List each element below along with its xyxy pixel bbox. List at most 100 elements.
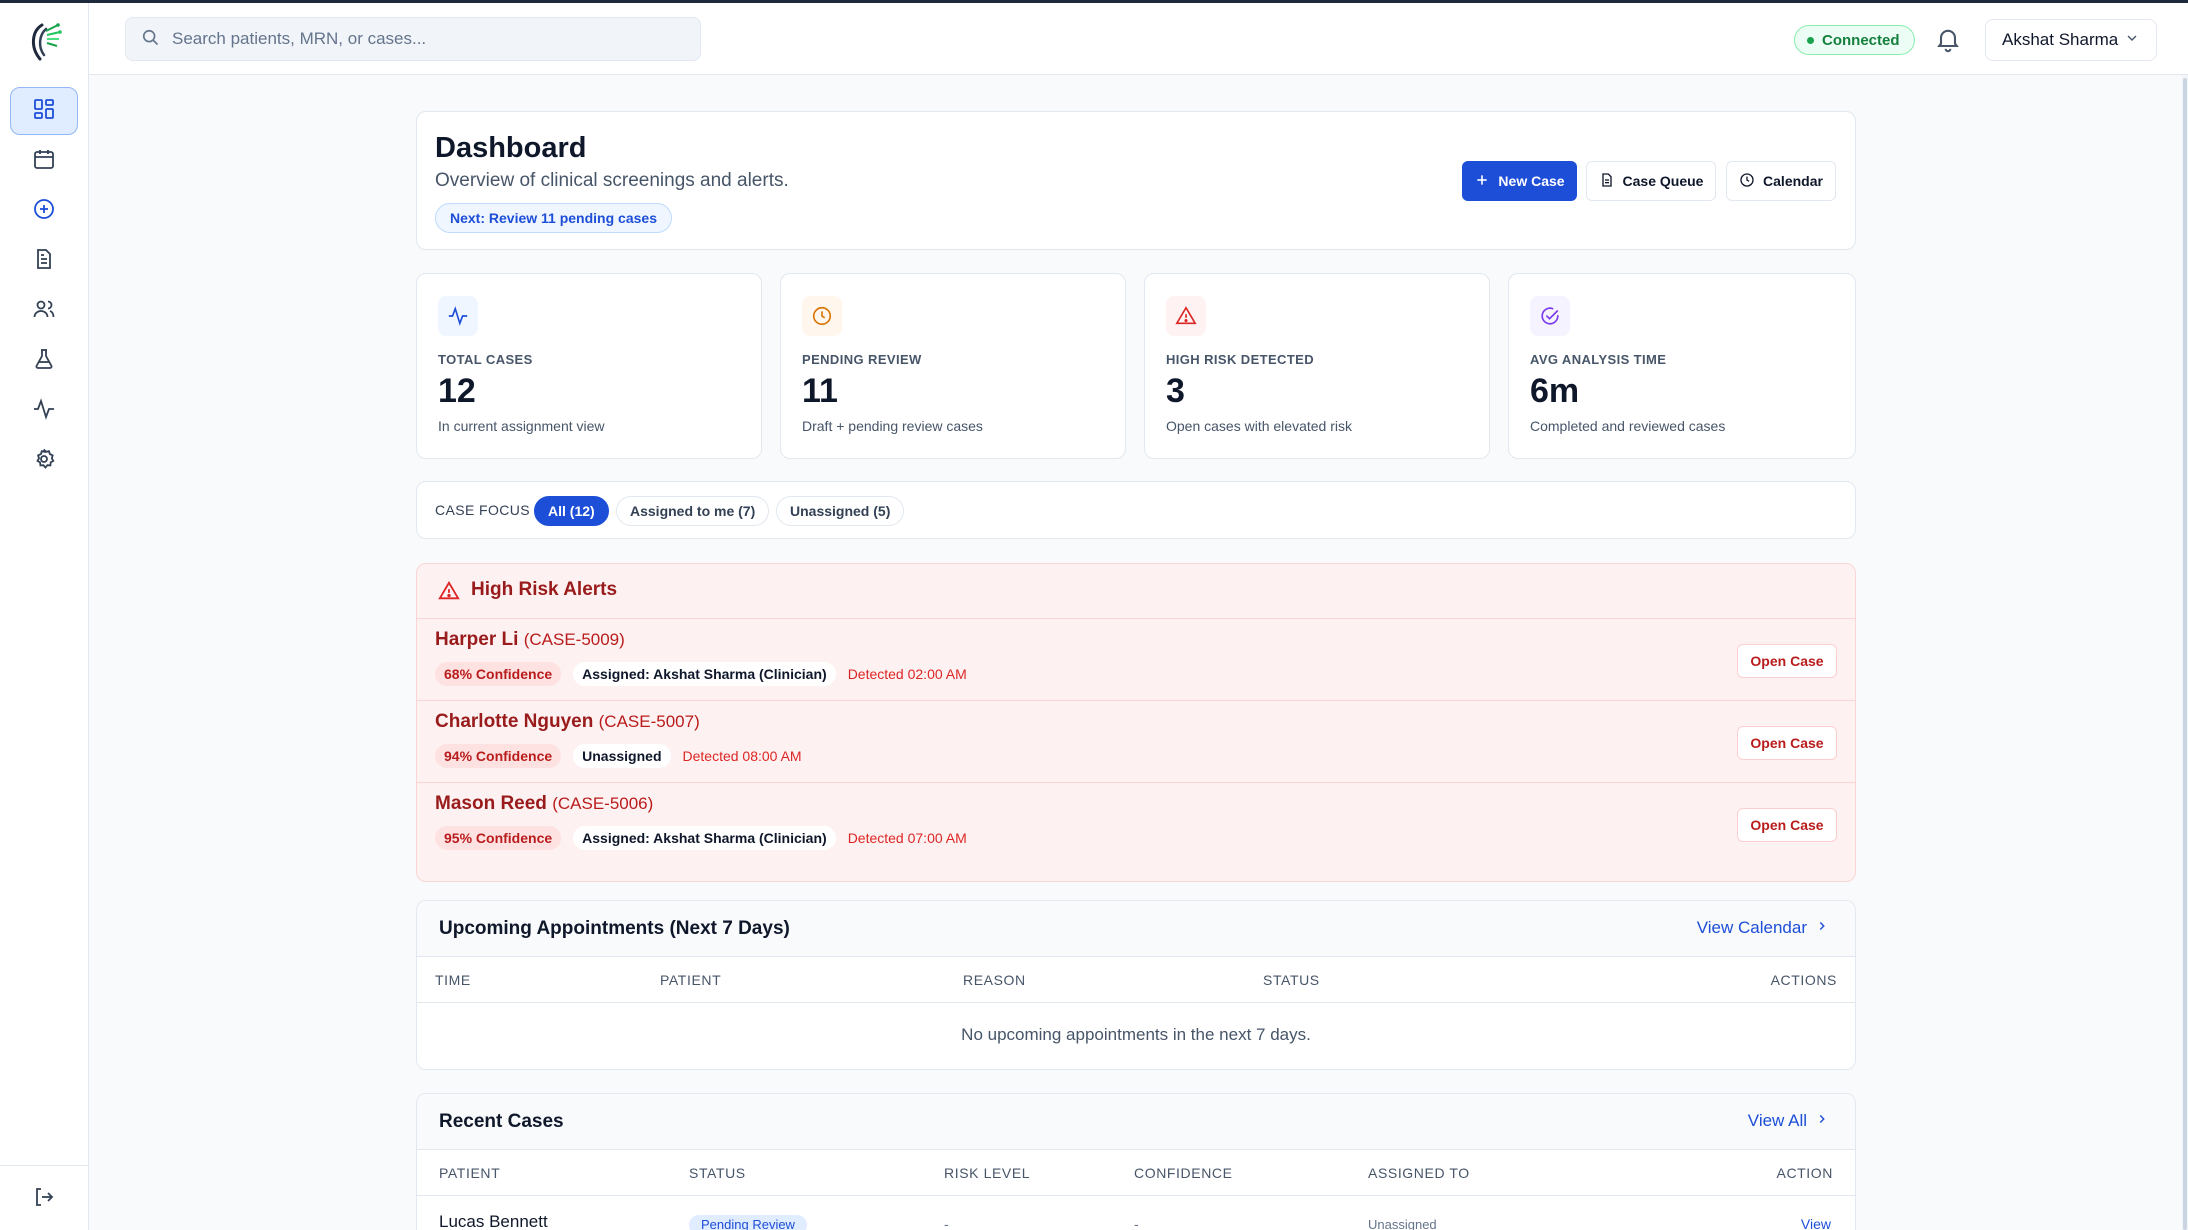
sidebar (0, 3, 89, 1230)
sidebar-item-lab[interactable] (10, 337, 78, 385)
stat-card-avg-analysis-time: AVG ANALYSIS TIME 6m Completed and revie… (1508, 273, 1856, 459)
filter-chip-all[interactable]: All (12) (534, 496, 609, 526)
connection-status-label: Connected (1822, 31, 1900, 49)
stat-description: In current assignment view (438, 418, 605, 434)
view-case-link[interactable]: View (1801, 1216, 1831, 1230)
stat-description: Completed and reviewed cases (1530, 418, 1726, 434)
patient-name[interactable]: Lucas Bennett (439, 1212, 548, 1230)
recent-cases-title: Recent Cases (439, 1111, 564, 1132)
chevron-down-icon (2124, 30, 2140, 51)
patient-name: Mason Reed (435, 793, 547, 814)
new-case-button[interactable]: New Case (1462, 161, 1577, 201)
sidebar-item-documents[interactable] (10, 237, 78, 285)
confidence-badge: 94% Confidence (435, 744, 562, 768)
stat-label: HIGH RISK DETECTED (1166, 352, 1315, 367)
filter-chip-unassigned[interactable]: Unassigned (5) (776, 496, 905, 526)
appointments-empty-message: No upcoming appointments in the next 7 d… (961, 1025, 1311, 1044)
dashboard-header-card: Dashboard Overview of clinical screening… (416, 111, 1856, 250)
logout-button[interactable] (10, 1175, 78, 1223)
appointments-table-header: TIME PATIENT REASON STATUS ACTIONS (417, 957, 1855, 1003)
sidebar-item-settings[interactable] (10, 437, 78, 485)
filter-chip-assigned-to-me[interactable]: Assigned to me (7) (616, 496, 770, 526)
calendar-button[interactable]: Calendar (1726, 161, 1836, 201)
alert-row: Harper Li (CASE-5009) 68% Confidence Ass… (417, 619, 1855, 701)
page-title: Dashboard (435, 132, 587, 164)
case-id: (CASE-5006) (552, 794, 654, 813)
alert-row: Mason Reed (CASE-5006) 95% Confidence As… (417, 783, 1855, 865)
column-header: ACTIONS (1770, 972, 1837, 988)
view-calendar-link[interactable]: View Calendar (1697, 918, 1829, 938)
users-icon (32, 297, 56, 326)
check-circle-icon (1530, 296, 1570, 336)
open-case-button[interactable]: Open Case (1737, 644, 1837, 678)
stat-card-pending-review: PENDING REVIEW 11 Draft + pending review… (780, 273, 1126, 459)
stat-value: 11 (802, 372, 838, 410)
alert-patient[interactable]: Harper Li (CASE-5009) (435, 629, 625, 651)
stat-card-total-cases: TOTAL CASES 12 In current assignment vie… (416, 273, 762, 459)
open-case-button[interactable]: Open Case (1737, 808, 1837, 842)
alert-patient[interactable]: Charlotte Nguyen (CASE-5007) (435, 711, 700, 733)
notifications-bell-icon[interactable] (1934, 25, 1962, 53)
page-scrollbar-thumb[interactable] (2183, 78, 2187, 1230)
column-header: PATIENT (439, 1165, 501, 1181)
sidebar-item-activity[interactable] (10, 387, 78, 435)
open-case-button[interactable]: Open Case (1737, 726, 1837, 760)
stat-label: TOTAL CASES (438, 352, 533, 367)
confidence-badge: 95% Confidence (435, 826, 562, 850)
search-bar[interactable] (125, 17, 701, 61)
alert-triangle-icon (438, 580, 460, 602)
column-header: CONFIDENCE (1134, 1165, 1233, 1181)
status-dot-icon (1807, 36, 1814, 44)
stat-description: Open cases with elevated risk (1166, 418, 1352, 434)
activity-icon (32, 397, 56, 426)
plus-icon (1474, 172, 1490, 191)
search-icon (140, 27, 160, 52)
chevron-right-icon (1815, 1111, 1829, 1131)
patient-name: Charlotte Nguyen (435, 711, 594, 732)
chevron-right-icon (1815, 918, 1829, 938)
assignment-badge: Assigned: Akshat Sharma (Clinician) (573, 662, 836, 686)
sidebar-item-patients[interactable] (10, 287, 78, 335)
column-header: STATUS (689, 1165, 746, 1181)
search-input[interactable] (172, 29, 672, 49)
case-queue-button[interactable]: Case Queue (1586, 161, 1716, 201)
sidebar-item-dashboard[interactable] (10, 87, 78, 135)
column-header: ASSIGNED TO (1368, 1165, 1470, 1181)
new-case-label: New Case (1498, 173, 1565, 189)
view-all-link[interactable]: View All (1748, 1111, 1829, 1131)
connection-status-badge: Connected (1794, 25, 1915, 55)
view-all-label: View All (1747, 1111, 1807, 1130)
sidebar-item-new-case[interactable] (10, 187, 78, 235)
flask-icon (32, 347, 56, 376)
view-calendar-label: View Calendar (1696, 918, 1807, 937)
appointments-title: Upcoming Appointments (Next 7 Days) (439, 918, 790, 939)
confidence-value: - (1134, 1216, 1139, 1230)
alert-triangle-icon (1166, 296, 1206, 336)
activity-icon (438, 296, 478, 336)
case-focus-label: CASE FOCUS (435, 502, 531, 518)
column-header: RISK LEVEL (944, 1165, 1031, 1181)
alert-patient[interactable]: Mason Reed (CASE-5006) (435, 793, 653, 815)
page-subtitle: Overview of clinical screenings and aler… (435, 170, 789, 191)
sidebar-item-calendar[interactable] (10, 137, 78, 185)
top-header: Connected Akshat Sharma (89, 3, 2188, 75)
confidence-badge: 68% Confidence (435, 662, 562, 686)
assignment-badge: Assigned: Akshat Sharma (Clinician) (573, 826, 836, 850)
column-header: STATUS (1263, 972, 1320, 988)
calendar-label: Calendar (1763, 173, 1823, 189)
clock-icon (1739, 172, 1755, 191)
patient-name: Harper Li (435, 629, 519, 650)
next-action-pill[interactable]: Next: Review 11 pending cases (435, 203, 672, 233)
recent-cases-table-header: PATIENT STATUS RISK LEVEL CONFIDENCE ASS… (417, 1150, 1855, 1196)
settings-icon (32, 447, 56, 476)
detected-time: Detected 02:00 AM (847, 666, 967, 682)
document-icon (32, 247, 56, 276)
alert-meta: 94% Confidence Unassigned Detected 08:00… (435, 744, 802, 768)
stat-value: 3 (1166, 372, 1185, 410)
stat-label: PENDING REVIEW (802, 352, 922, 367)
stat-card-high-risk: HIGH RISK DETECTED 3 Open cases with ele… (1144, 273, 1490, 459)
clock-icon (802, 296, 842, 336)
alert-meta: 95% Confidence Assigned: Akshat Sharma (… (435, 826, 967, 850)
app-logo-icon[interactable] (26, 19, 64, 63)
user-menu-button[interactable]: Akshat Sharma (1985, 19, 2157, 61)
